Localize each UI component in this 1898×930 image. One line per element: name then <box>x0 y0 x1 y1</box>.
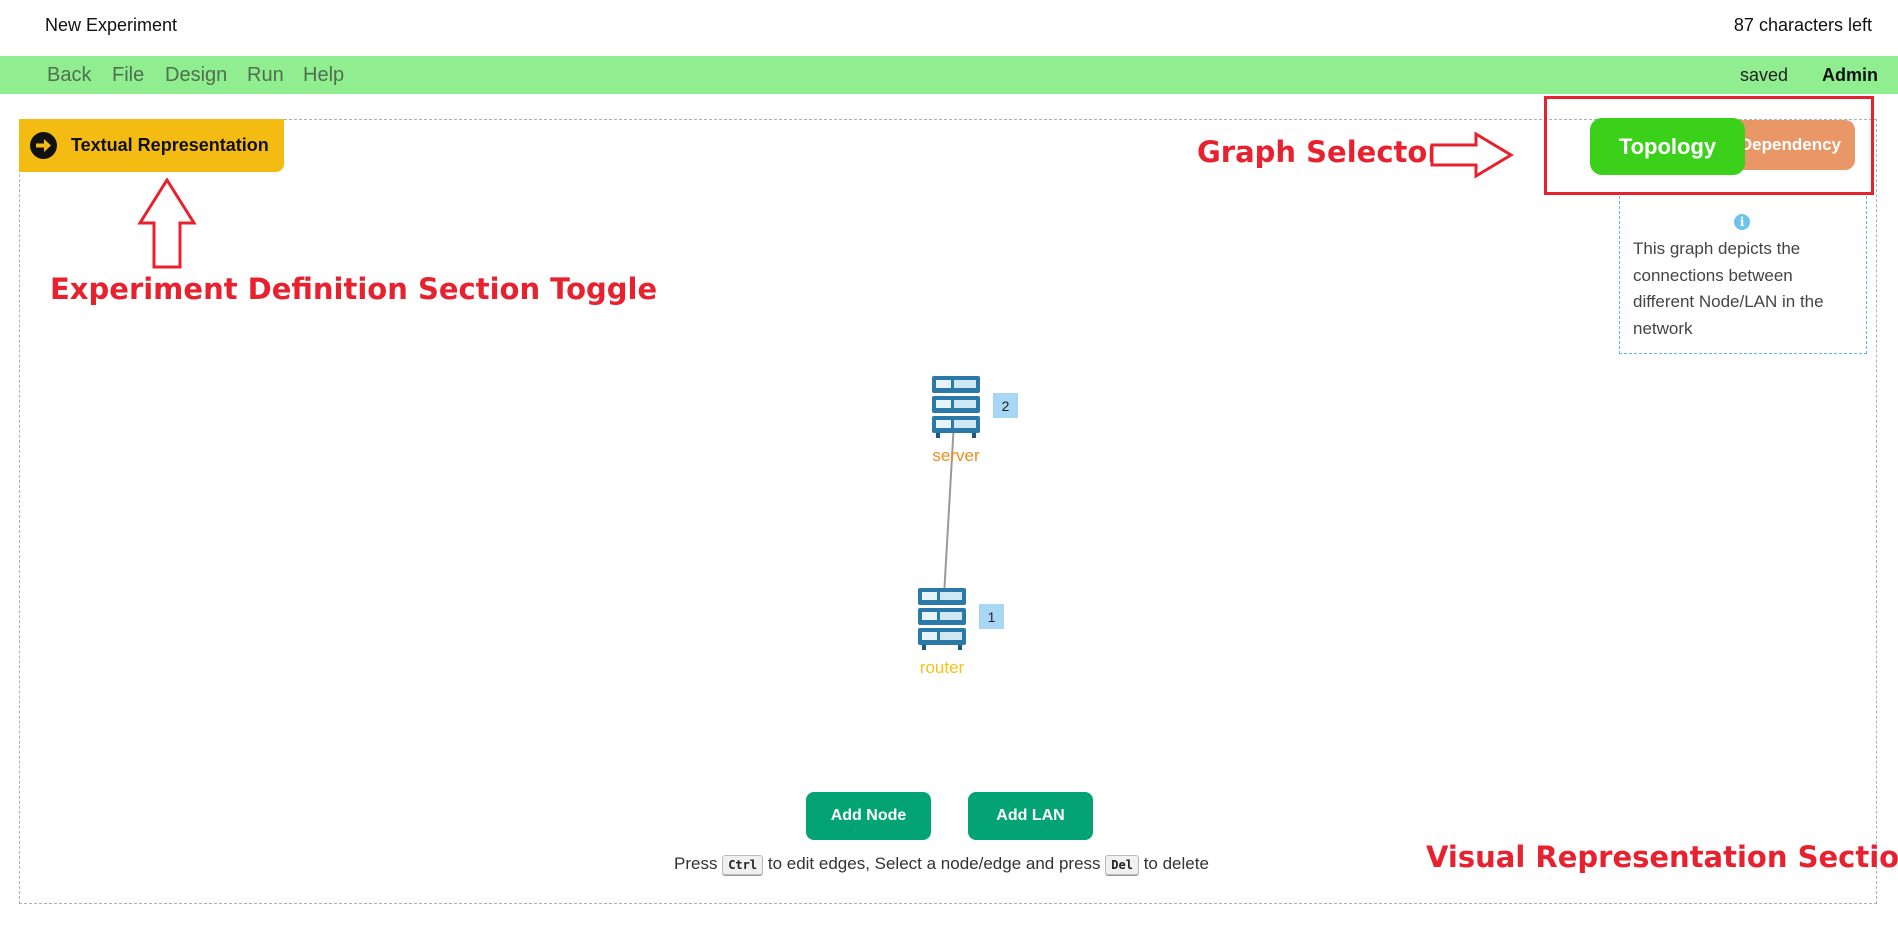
characters-left-counter: 87 characters left <box>1733 15 1872 35</box>
menu-bar: Back File Design Run Help saved Admin <box>0 56 1898 94</box>
topology-graph-button[interactable]: Topology <box>1590 118 1745 175</box>
textual-representation-toggle[interactable]: Textual Representation <box>19 119 284 172</box>
add-lan-button[interactable]: Add LAN <box>968 792 1093 840</box>
up-arrow-annotation-icon <box>137 178 197 269</box>
experiment-title[interactable]: New Experiment <box>45 15 177 36</box>
node-label[interactable]: router <box>902 658 982 678</box>
definition-toggle-annotation: Experiment Definition Section Toggle <box>50 272 658 306</box>
right-arrow-annotation-icon <box>1430 131 1514 179</box>
visual-section-annotation: Visual Representation Section <box>1426 840 1898 874</box>
info-icon: i <box>1734 214 1750 230</box>
graph-info-text: This graph depicts the connections betwe… <box>1633 239 1824 338</box>
server-rack-icon[interactable] <box>930 374 982 438</box>
keyboard-hint: Press Ctrl to edit edges, Select a node/… <box>674 854 1209 875</box>
toggle-label: Textual Representation <box>71 135 269 155</box>
save-status: saved <box>1739 65 1788 85</box>
menu-item-back[interactable]: Back <box>47 64 91 87</box>
add-node-button[interactable]: Add Node <box>806 792 931 840</box>
node-badge: 1 <box>979 604 1004 629</box>
server-rack-icon[interactable] <box>916 586 968 650</box>
graph-selector-annotation: Graph Selector <box>1197 135 1442 169</box>
menu-item-design[interactable]: Design <box>165 64 227 87</box>
node-badge: 2 <box>993 393 1018 418</box>
user-menu[interactable]: Admin <box>1822 65 1878 86</box>
arrow-right-circle-icon <box>30 132 57 159</box>
menu-item-run[interactable]: Run <box>247 64 284 87</box>
del-key: Del <box>1105 855 1139 875</box>
node-label[interactable]: server <box>916 446 996 466</box>
menu-item-file[interactable]: File <box>112 64 144 87</box>
ctrl-key: Ctrl <box>722 855 764 875</box>
menu-item-help[interactable]: Help <box>303 64 344 87</box>
